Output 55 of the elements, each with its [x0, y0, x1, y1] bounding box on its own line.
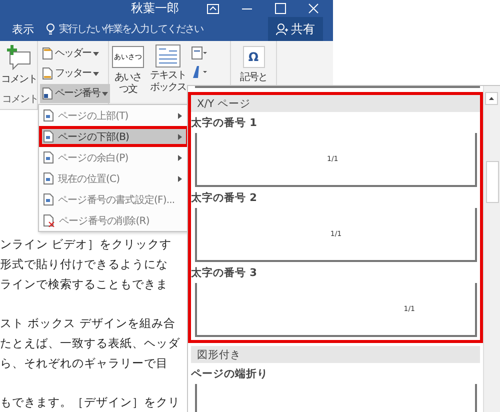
- close-icon: [308, 3, 319, 14]
- word-art-icon: [191, 65, 207, 79]
- new-comment-button[interactable]: コメント: [1, 74, 37, 86]
- menu-item[interactable]: ページの下部(B): [39, 126, 189, 147]
- caret-icon: [93, 72, 99, 76]
- section-header: X/Y ページ: [191, 95, 480, 112]
- menu-item[interactable]: ページの上部(T): [39, 105, 189, 126]
- lightbulb-icon: [46, 22, 55, 36]
- section-header: 図形付き: [191, 346, 480, 363]
- tell-me-field[interactable]: 実行したい作業を入力してください: [59, 22, 203, 36]
- page-icon: [43, 130, 54, 143]
- page-icon: [43, 172, 54, 185]
- page-icon: [42, 47, 53, 60]
- group-label: コメント: [2, 94, 35, 106]
- maximize-icon: [275, 3, 286, 14]
- person-icon: [276, 23, 288, 35]
- menu-item[interactable]: ページ番号の削除(R): [39, 210, 189, 231]
- page-icon: [42, 87, 53, 100]
- symbol-icon: Ω: [242, 46, 264, 68]
- menu-item[interactable]: ページ番号の書式設定(F)...: [39, 189, 189, 210]
- comment-add-icon: [6, 44, 32, 70]
- document-line: ラインで検索することもできま: [0, 276, 168, 293]
- window-title: 秋葉一郎: [131, 0, 179, 17]
- symbol-button[interactable]: 記号と: [240, 72, 267, 84]
- caret-icon: [93, 52, 99, 56]
- ribbon-tab[interactable]: 表示: [0, 17, 46, 41]
- document-line: ンライン ビデオ］をクリックす: [0, 236, 172, 253]
- document-line: 形式で貼り付けできるようにな: [0, 256, 168, 273]
- gallery-item-name: ページの端折り: [191, 367, 268, 382]
- ribbon-button[interactable]: ヘッダー: [40, 44, 101, 63]
- scroll-up-icon[interactable]: [485, 92, 498, 105]
- gallery-item-name: 太字の番号 2: [191, 190, 257, 206]
- gallery-item-name: 太字の番号 1: [191, 116, 257, 131]
- delete-page-icon: [43, 214, 55, 227]
- document-line: スト ボックス デザインを組み合: [0, 315, 176, 332]
- document-line: たとえば、一致する表紙、ヘッダ: [0, 335, 180, 352]
- page-icon: [43, 151, 54, 164]
- page-icon: [42, 67, 53, 80]
- text-box-button[interactable]: テキストボックス: [147, 70, 189, 94]
- gallery-item-name: 太字の番号 3: [191, 266, 257, 281]
- menu-item[interactable]: 現在の位置(C): [39, 168, 189, 189]
- greeting-button[interactable]: あいさつ文: [111, 72, 145, 96]
- text-box-icon: [155, 44, 181, 68]
- page-icon: [43, 193, 54, 206]
- document-line: もできます。［デザイン］をクリ: [0, 394, 180, 411]
- ribbon-display-icon: [207, 4, 219, 14]
- menu-item[interactable]: ページの余白(P): [39, 147, 189, 168]
- share-button[interactable]: 共有: [268, 17, 323, 41]
- scrollbar-thumb[interactable]: [486, 161, 499, 203]
- document-line: ら、それぞれのギャラリーで目: [0, 355, 168, 372]
- page-icon: [43, 109, 54, 122]
- ribbon-button[interactable]: ページ番号: [40, 84, 110, 103]
- caret-icon: [102, 92, 108, 96]
- ribbon-button[interactable]: フッター: [40, 64, 101, 83]
- quick-parts-icon: [191, 46, 207, 60]
